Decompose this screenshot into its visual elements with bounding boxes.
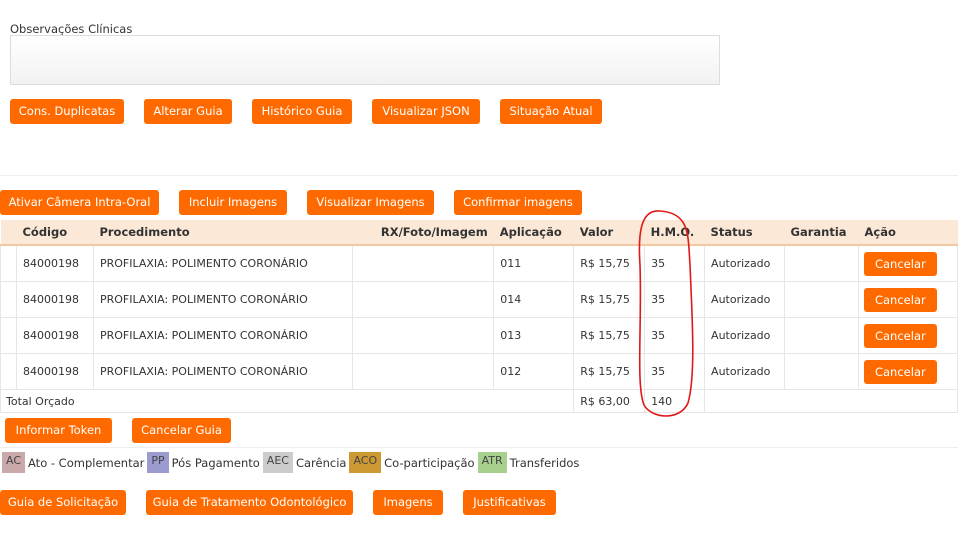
legend-code-ac: AC [2,452,26,473]
legend-label: Carência [295,455,347,470]
legend-label: Pós Pagamento [171,455,260,470]
legend-code-atr: ATR [477,452,507,473]
col-codigo: Código [16,220,94,246]
table-row: 84000198 PROFILAXIA: POLIMENTO CORONÁRIO 0… [0,317,958,354]
legend: AC Ato - Complementar PP Pós Pagamento AEC… [2,452,579,473]
cell-blank [0,317,17,354]
justificativas-button[interactable]: Justificativas [463,490,556,515]
cell-rx [352,281,495,318]
observacoes-label: Observações Clínicas [10,22,133,36]
cell-status: Autorizado [704,281,786,318]
cell-codigo: 84000198 [15,245,94,282]
col-rx: RX/Foto/Imagem [352,220,494,246]
guia-solicitacao-button[interactable]: Guia de Solicitação [0,490,126,515]
cell-aplicacao: 014 [493,281,575,318]
cell-acao: Cancelar [857,317,958,354]
col-procedimento: Procedimento [93,220,353,246]
table-row: 84000198 PROFILAXIA: POLIMENTO CORONÁRIO 0… [0,245,958,282]
historico-guia-button[interactable]: Histórico Guia [252,99,352,124]
situacao-atual-button[interactable]: Situação Atual [500,99,602,124]
cell-garantia [784,281,859,318]
divider [0,447,958,448]
cell-blank [0,281,17,318]
cell-status: Autorizado [704,317,786,354]
ativar-camera-button[interactable]: Ativar Câmera Intra-Oral [0,190,159,215]
cell-acao: Cancelar [857,281,958,318]
col-garantia: Garantia [784,220,859,246]
cell-rx [352,317,495,354]
imagens-button[interactable]: Imagens [373,490,443,515]
cell-garantia [784,245,859,282]
table-header: Código Procedimento RX/Foto/Imagem Aplic… [0,220,958,246]
informar-token-button[interactable]: Informar Token [5,418,112,443]
divider [0,175,958,176]
legend-label: Ato - Complementar [28,455,145,470]
total-label: Total Orçado [0,389,575,413]
cell-acao: Cancelar [857,245,958,282]
guia-tratamento-button[interactable]: Guia de Tratamento Odontológico [146,490,353,515]
cell-acao: Cancelar [857,353,958,390]
table-row: 84000198 PROFILAXIA: POLIMENTO CORONÁRIO 0… [0,281,958,318]
cell-blank [704,389,958,413]
cell-procedimento: PROFILAXIA: POLIMENTO CORONÁRIO [92,317,354,354]
visualizar-json-button[interactable]: Visualizar JSON [372,99,480,124]
cell-aplicacao: 011 [493,245,575,282]
cell-procedimento: PROFILAXIA: POLIMENTO CORONÁRIO [92,281,354,318]
cell-codigo: 84000198 [15,281,94,318]
alterar-guia-button[interactable]: Alterar Guia [144,99,232,124]
cell-blank [0,353,17,390]
cell-procedimento: PROFILAXIA: POLIMENTO CORONÁRIO [92,353,354,390]
cancelar-button[interactable]: Cancelar [863,251,937,276]
cancelar-button[interactable]: Cancelar [863,287,937,312]
cell-status: Autorizado [704,353,786,390]
col-aplicacao: Aplicação [493,220,574,246]
cell-rx [352,245,495,282]
cancelar-button[interactable]: Cancelar [863,323,937,348]
legend-code-aco: ACO [349,452,382,473]
cell-aplicacao: 012 [493,353,575,390]
legend-label: Co-participação [384,455,475,470]
cell-status: Autorizado [704,245,786,282]
cell-garantia [784,353,859,390]
red-highlight-annotation [638,210,694,417]
confirmar-imagens-button[interactable]: Confirmar imagens [454,190,582,215]
cons-duplicatas-button[interactable]: Cons. Duplicatas [10,99,124,124]
cell-procedimento: PROFILAXIA: POLIMENTO CORONÁRIO [92,245,354,282]
legend-label: Transferidos [509,455,580,470]
cell-rx [352,353,495,390]
total-row: Total Orçado R$ 63,00 140 [0,389,958,413]
cell-codigo: 84000198 [15,317,94,354]
legend-code-aec: AEC [262,452,293,473]
cell-codigo: 84000198 [15,353,94,390]
table-row: 84000198 PROFILAXIA: POLIMENTO CORONÁRIO 0… [0,353,958,390]
observacoes-textarea[interactable] [10,35,720,85]
cell-garantia [784,317,859,354]
cell-blank [0,245,17,282]
col-status: Status [704,220,785,246]
cell-aplicacao: 013 [493,317,575,354]
visualizar-imagens-button[interactable]: Visualizar Imagens [307,190,434,215]
procedures-table: Código Procedimento RX/Foto/Imagem Aplic… [0,220,958,413]
cancelar-button[interactable]: Cancelar [863,359,937,384]
col-acao: Ação [858,220,958,246]
cancelar-guia-button[interactable]: Cancelar Guia [132,418,231,443]
legend-code-pp: PP [147,452,169,473]
incluir-imagens-button[interactable]: Incluir Imagens [179,190,287,215]
